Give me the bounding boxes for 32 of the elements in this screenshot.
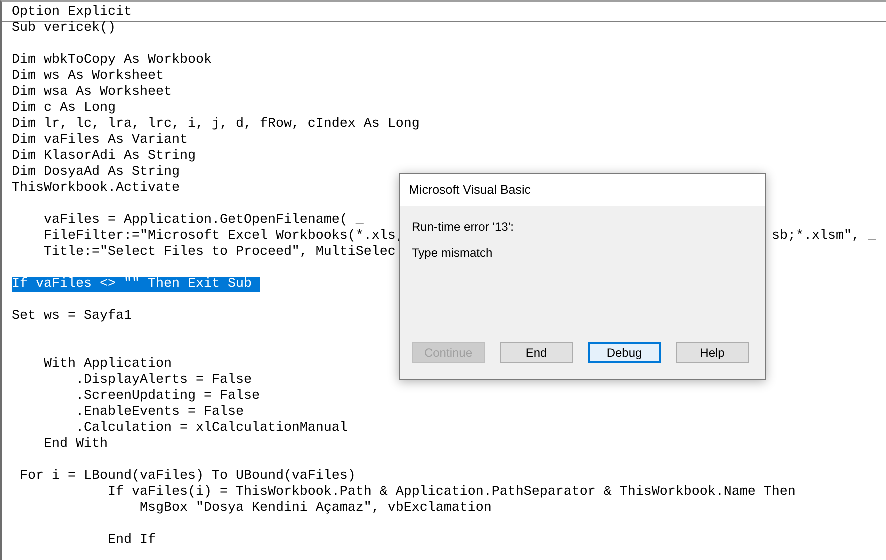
code-line: Title:="Select Files to Proceed", MultiSelec <box>42 245 396 260</box>
code-line: For i = LBound(vaFiles) To UBound(vaFiles) <box>18 469 356 484</box>
error-message: Type mismatch <box>412 246 494 260</box>
code-line: With Application <box>42 357 172 372</box>
code-line: Dim wsa As Worksheet <box>12 85 172 100</box>
code-line: MsgBox "Dosya Kendini Açamaz", vbExclamation <box>138 501 492 516</box>
dialog-button[interactable]: End <box>500 342 573 363</box>
code-line: End If <box>106 533 156 548</box>
code-line: Dim DosyaAd As String <box>12 165 180 180</box>
code-line: Dim lr, lc, lra, lrc, i, j, d, fRow, cIndex As Long <box>12 117 420 132</box>
code-line: vaFiles = Application.GetOpenFilename( _ <box>42 213 364 228</box>
code-line: .EnableEvents = False <box>74 405 244 420</box>
code-line: .Calculation = xlCalculationManual <box>74 421 348 436</box>
dialog-button[interactable]: Debug <box>588 342 661 363</box>
dialog-button[interactable]: Help <box>676 342 749 363</box>
code-line: Dim ws As Worksheet <box>12 69 164 84</box>
code-line: End With <box>42 437 108 452</box>
code-line: .DisplayAlerts = False <box>74 373 252 388</box>
code-line: Dim wbkToCopy As Workbook <box>12 53 212 68</box>
dialog-title: Microsoft Visual Basic <box>409 183 532 197</box>
code-line: Sub vericek() <box>12 21 116 36</box>
code-line: If vaFiles(i) = ThisWorkbook.Path & Application.PathSeparator & ThisWorkbook.Name Then <box>106 485 796 500</box>
code-line: sb;*.xlsm", _ <box>772 229 876 245</box>
code-line: FileFilter:="Microsoft Excel Workbooks(*.xls; <box>42 229 404 244</box>
code-line: Dim vaFiles As Variant <box>12 133 188 148</box>
code-line: ThisWorkbook.Activate <box>12 181 180 196</box>
code-line: Set ws = Sayfa1 <box>12 309 132 324</box>
code-line: .ScreenUpdating = False <box>74 389 260 404</box>
code-line: Option Explicit <box>12 5 132 20</box>
code-line: Dim KlasorAdi As String <box>12 149 196 164</box>
error-text: Run-time error '13': <box>412 220 515 236</box>
code-line: Dim c As Long <box>12 101 116 116</box>
